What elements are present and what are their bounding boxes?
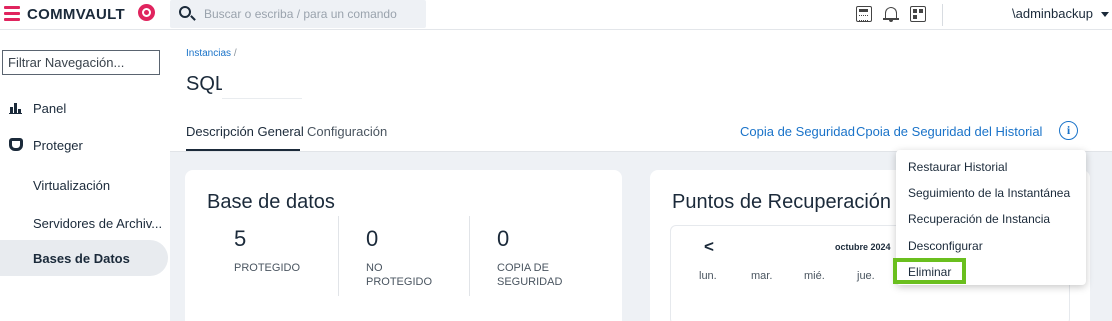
sidebar-item-label: Proteger bbox=[33, 138, 83, 153]
sidebar-item-virtualizacion[interactable]: Virtualización bbox=[0, 167, 168, 203]
calendar-month-label: octubre 2024 bbox=[835, 242, 891, 252]
search-input[interactable] bbox=[204, 6, 414, 22]
toolbar-divider bbox=[942, 4, 943, 26]
search-icon[interactable] bbox=[179, 6, 191, 18]
card-title: Puntos de Recuperación bbox=[672, 191, 892, 213]
stat-divider bbox=[338, 216, 339, 296]
calendar-weekday: lun. bbox=[699, 270, 717, 282]
menu-item-restaurar-historial[interactable]: Restaurar Historial bbox=[908, 160, 1007, 174]
calendar-prev-button[interactable]: < bbox=[704, 237, 714, 257]
brand-logo[interactable]: COMMVAULT bbox=[27, 6, 125, 23]
stat-label: PROTEGIDO bbox=[234, 262, 301, 274]
menu-item-recuperacion-instancia[interactable]: Recuperación de Instancia bbox=[908, 212, 1050, 226]
grid-icon[interactable] bbox=[910, 6, 926, 22]
redacted-instance-name bbox=[222, 70, 302, 99]
backup-link[interactable]: Copia de Seguridad bbox=[740, 124, 855, 139]
sidebar-item-bases-de-datos[interactable]: Bases de Datos bbox=[0, 240, 168, 276]
menu-item-desconfigurar[interactable]: Desconfigurar bbox=[908, 239, 983, 253]
sidebar-item-label: Virtualización bbox=[33, 178, 111, 193]
history-backup-link[interactable]: Cpoia de Seguridad del Historial bbox=[856, 124, 1042, 139]
page-title: SQL bbox=[186, 73, 227, 95]
shield-icon bbox=[9, 138, 23, 151]
calendar-weekday: mar. bbox=[751, 270, 773, 282]
calendar-weekday: jue. bbox=[857, 270, 875, 282]
stat-value: 0 bbox=[366, 226, 379, 251]
stat-value: 5 bbox=[234, 226, 247, 251]
highlight-box bbox=[893, 258, 966, 284]
calculator-icon[interactable] bbox=[856, 6, 872, 22]
stat-label: NO PROTEGIDO bbox=[366, 262, 433, 288]
sidebar-item-servidores-de-archivos[interactable]: Servidores de Archiv... bbox=[0, 205, 168, 241]
stat-divider bbox=[469, 216, 470, 296]
card-title: Base de datos bbox=[207, 191, 335, 213]
calendar-weekday: mié. bbox=[804, 270, 825, 282]
page-header: Instancias / SQL Descripción General Con… bbox=[170, 31, 1112, 152]
search-box[interactable] bbox=[170, 0, 426, 28]
stat-not-protected[interactable]: 0 NO PROTEGIDO bbox=[366, 220, 456, 310]
chevron-down-icon[interactable] bbox=[1101, 12, 1109, 17]
stat-value: 0 bbox=[497, 226, 510, 251]
sidebar-item-label: Servidores de Archiv... bbox=[33, 216, 163, 231]
breadcrumb-separator: / bbox=[233, 48, 237, 59]
menu-item-seguimiento-instantanea[interactable]: Seguimiento de la Instantánea bbox=[908, 186, 1070, 200]
bell-icon[interactable] bbox=[883, 6, 899, 22]
tab-descripcion-general[interactable]: Descripción General bbox=[186, 124, 304, 139]
navigation-filter-input[interactable] bbox=[2, 50, 160, 75]
stat-protected[interactable]: 5 PROTEGIDO bbox=[234, 220, 364, 310]
dashboard-chart-icon bbox=[9, 101, 23, 114]
breadcrumb-link-instancias[interactable]: Instancias bbox=[186, 48, 231, 59]
info-icon[interactable]: i bbox=[1059, 121, 1078, 140]
sidebar: Panel Proteger Virtualización Servidores… bbox=[0, 31, 170, 321]
database-card: Base de datos 5 PROTEGIDO 0 NO PROTEGIDO… bbox=[185, 170, 622, 321]
top-bar: COMMVAULT \adminbackup bbox=[0, 0, 1112, 30]
tab-configuracion[interactable]: Configuración bbox=[307, 124, 387, 139]
stat-label: COPIA DE SEGURIDAD bbox=[497, 262, 563, 288]
sidebar-item-panel[interactable]: Panel bbox=[0, 90, 168, 126]
sidebar-item-proteger[interactable]: Proteger bbox=[0, 127, 168, 163]
user-menu[interactable]: \adminbackup bbox=[1012, 6, 1093, 21]
breadcrumb: Instancias / bbox=[186, 48, 237, 59]
menu-icon[interactable] bbox=[4, 6, 20, 22]
stat-backup[interactable]: 0 COPIA DE SEGURIDAD bbox=[497, 220, 587, 310]
sidebar-item-label: Panel bbox=[33, 101, 67, 116]
commvault-logo-icon bbox=[138, 4, 155, 21]
sidebar-item-label: Bases de Datos bbox=[33, 251, 130, 266]
